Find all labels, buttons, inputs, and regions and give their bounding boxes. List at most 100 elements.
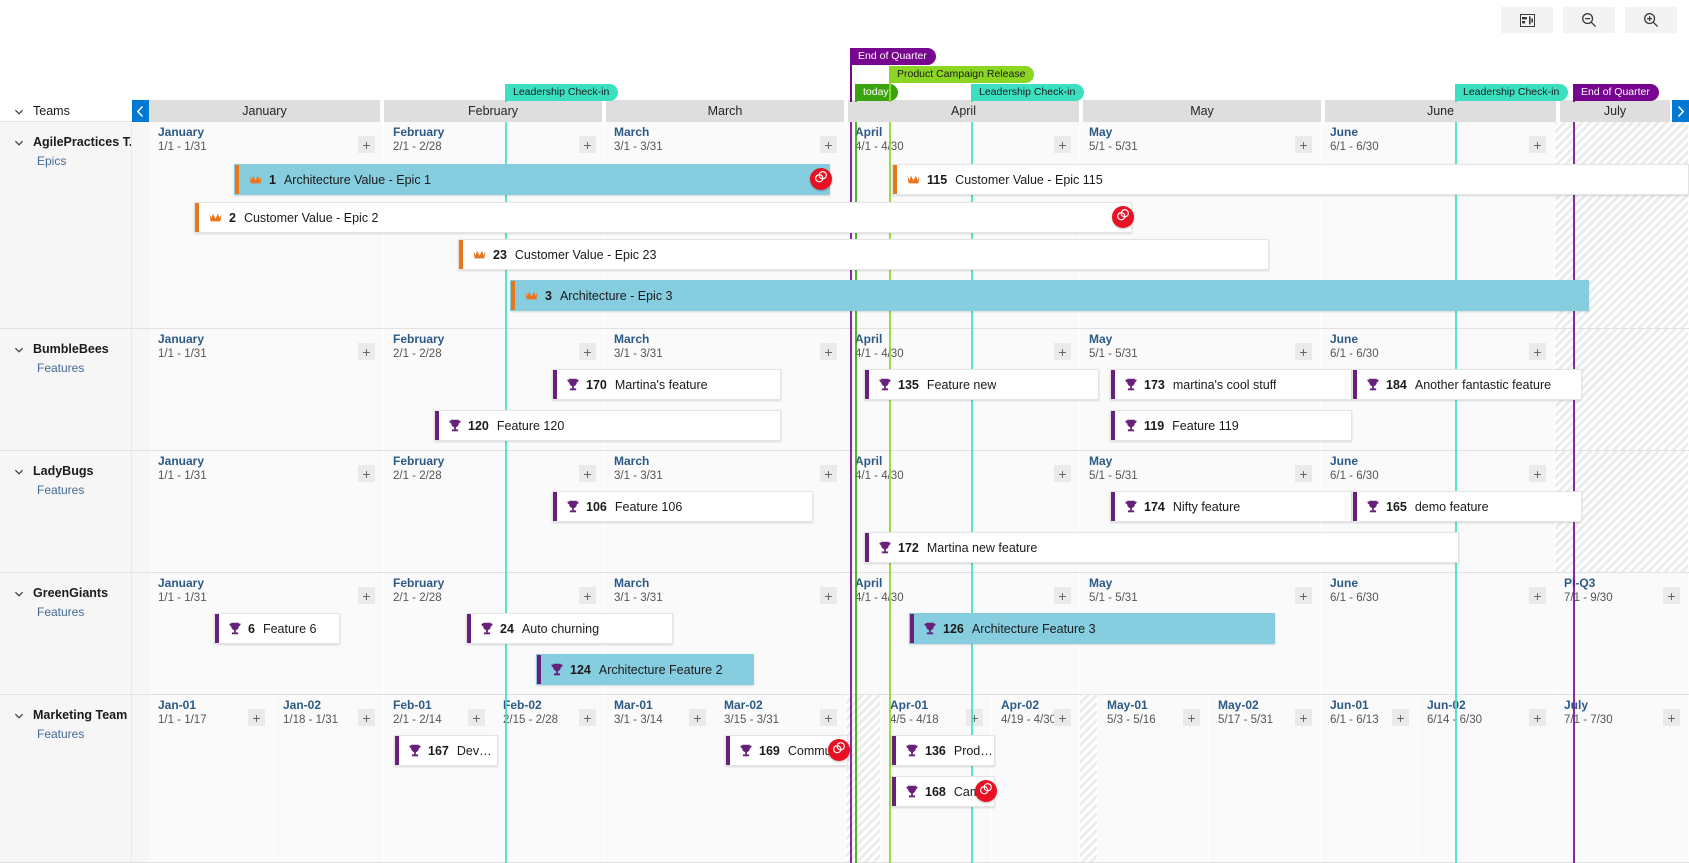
add-work-item-button[interactable]: + xyxy=(358,465,375,482)
iteration-dates: 1/18 - 1/31 xyxy=(283,714,338,726)
milestone-flag[interactable]: End of Quarter xyxy=(851,48,936,65)
work-item-card[interactable]: 3 Architecture - Epic 3 xyxy=(510,280,1589,311)
teams-column-header[interactable]: Teams xyxy=(0,100,132,122)
add-work-item-button[interactable]: + xyxy=(1529,136,1546,153)
top-toolbar xyxy=(0,0,1689,40)
team-name-toggle[interactable]: Marketing Team xyxy=(0,704,131,726)
feature-trophy-icon xyxy=(1367,500,1379,513)
feature-trophy-icon xyxy=(567,500,579,513)
add-work-item-button[interactable]: + xyxy=(1054,709,1071,726)
add-work-item-button[interactable]: + xyxy=(1529,709,1546,726)
add-work-item-button[interactable]: + xyxy=(579,587,596,604)
team-name-toggle[interactable]: LadyBugs xyxy=(0,460,131,482)
add-work-item-button[interactable]: + xyxy=(1183,709,1200,726)
work-item-card[interactable]: 173 martina's cool stuff xyxy=(1110,369,1352,400)
team-backlog-link[interactable]: Epics xyxy=(0,154,131,168)
add-work-item-button[interactable]: + xyxy=(358,587,375,604)
add-work-item-button[interactable]: + xyxy=(1054,343,1071,360)
milestone-flag[interactable]: End of Quarter xyxy=(1574,84,1659,101)
work-item-card[interactable]: 135 Feature new xyxy=(864,369,1099,400)
add-work-item-button[interactable]: + xyxy=(1295,587,1312,604)
dependency-badge[interactable] xyxy=(810,168,832,190)
work-item-card[interactable]: 115 Customer Value - Epic 115 xyxy=(892,164,1689,195)
add-work-item-button[interactable]: + xyxy=(358,709,375,726)
work-item-card[interactable]: 136 Produc... xyxy=(891,735,995,766)
iteration-title: April xyxy=(855,576,883,590)
work-item-card[interactable]: 126 Architecture Feature 3 xyxy=(909,613,1275,644)
add-work-item-button[interactable]: + xyxy=(820,465,837,482)
add-work-item-button[interactable]: + xyxy=(358,343,375,360)
add-work-item-button[interactable]: + xyxy=(1392,709,1409,726)
work-item-card[interactable]: 174 Nifty feature xyxy=(1110,491,1352,522)
add-work-item-button[interactable]: + xyxy=(1663,709,1680,726)
work-item-id: 174 xyxy=(1144,499,1165,514)
work-item-id: 136 xyxy=(925,743,946,758)
add-work-item-button[interactable]: + xyxy=(248,709,265,726)
milestone-flag[interactable]: Leadership Check-in xyxy=(506,84,619,101)
add-work-item-button[interactable]: + xyxy=(579,465,596,482)
team-backlog-link[interactable]: Features xyxy=(0,361,131,375)
team-backlog-link[interactable]: Features xyxy=(0,605,131,619)
add-work-item-button[interactable]: + xyxy=(1054,136,1071,153)
team-name-toggle[interactable]: BumbleBees xyxy=(0,338,131,360)
work-item-card[interactable]: 24 Auto churning xyxy=(466,613,673,644)
dependency-badge[interactable] xyxy=(828,739,850,761)
fit-to-screen-button[interactable] xyxy=(1501,7,1553,33)
team-name-toggle[interactable]: AgilePractices T... xyxy=(0,131,131,153)
team-backlog-link[interactable]: Features xyxy=(0,483,131,497)
work-item-card[interactable]: 23 Customer Value - Epic 23 xyxy=(458,239,1269,270)
work-item-id: 24 xyxy=(500,621,514,636)
add-work-item-button[interactable]: + xyxy=(1295,465,1312,482)
add-work-item-button[interactable]: + xyxy=(1054,587,1071,604)
work-item-card[interactable]: 170 Martina's feature xyxy=(552,369,781,400)
add-work-item-button[interactable]: + xyxy=(579,343,596,360)
add-work-item-button[interactable]: + xyxy=(1529,343,1546,360)
team-timeline-canvas: Jan-01 1/1 - 1/17 + Jan-02 1/18 - 1/31 + Feb-0… xyxy=(132,695,1689,862)
scroll-right-button[interactable] xyxy=(1672,100,1689,122)
work-item-card[interactable]: 124 Architecture Feature 2 xyxy=(536,654,754,685)
scroll-left-button[interactable] xyxy=(132,100,149,122)
milestone-flag[interactable]: Leadership Check-in xyxy=(1456,84,1569,101)
add-work-item-button[interactable]: + xyxy=(468,709,485,726)
team-name-toggle[interactable]: GreenGiants xyxy=(0,582,131,604)
work-item-card[interactable]: 119 Feature 119 xyxy=(1110,410,1352,441)
add-work-item-button[interactable]: + xyxy=(1663,587,1680,604)
work-item-card[interactable]: 2 Customer Value - Epic 2 xyxy=(194,202,1132,233)
dependency-badge[interactable] xyxy=(975,780,997,802)
add-work-item-button[interactable]: + xyxy=(1295,709,1312,726)
work-item-card[interactable]: 167 Develo... xyxy=(394,735,498,766)
work-item-card[interactable]: 184 Another fantastic feature xyxy=(1352,369,1582,400)
add-work-item-button[interactable]: + xyxy=(579,136,596,153)
add-work-item-button[interactable]: + xyxy=(820,587,837,604)
add-work-item-button[interactable]: + xyxy=(579,709,596,726)
add-work-item-button[interactable]: + xyxy=(820,136,837,153)
add-work-item-button[interactable]: + xyxy=(1529,465,1546,482)
add-work-item-button[interactable]: + xyxy=(689,709,706,726)
add-work-item-button[interactable]: + xyxy=(1295,343,1312,360)
zoom-in-button[interactable] xyxy=(1625,7,1677,33)
work-item-card[interactable]: 6 Feature 6 xyxy=(214,613,340,644)
add-work-item-button[interactable]: + xyxy=(1295,136,1312,153)
add-work-item-button[interactable]: + xyxy=(966,709,983,726)
add-work-item-button[interactable]: + xyxy=(820,343,837,360)
iteration-dates: 5/17 - 5/31 xyxy=(1218,714,1273,726)
work-item-card[interactable]: 165 demo feature xyxy=(1352,491,1582,522)
month-header-label: July xyxy=(1603,104,1627,118)
milestone-flag[interactable]: Product Campaign Release xyxy=(890,66,1035,83)
add-work-item-button[interactable]: + xyxy=(1054,465,1071,482)
team-label-cell: BumbleBees Features xyxy=(0,329,132,450)
add-work-item-button[interactable]: + xyxy=(358,136,375,153)
milestone-flag[interactable]: today xyxy=(856,84,898,101)
zoom-out-button[interactable] xyxy=(1563,7,1615,33)
add-work-item-button[interactable]: + xyxy=(1529,587,1546,604)
work-item-card[interactable]: 1 Architecture Value - Epic 1 xyxy=(234,164,830,195)
team-backlog-link[interactable]: Features xyxy=(0,727,131,741)
work-item-card[interactable]: 120 Feature 120 xyxy=(434,410,781,441)
dependency-badge[interactable] xyxy=(1112,206,1134,228)
work-item-card[interactable]: 172 Martina new feature xyxy=(864,532,1459,563)
work-item-type-stripe xyxy=(435,411,439,440)
milestone-flag[interactable]: Leadership Check-in xyxy=(972,84,1085,101)
work-item-card[interactable]: 106 Feature 106 xyxy=(552,491,813,522)
add-work-item-button[interactable]: + xyxy=(820,709,837,726)
iteration-title: Feb-01 xyxy=(393,698,432,712)
